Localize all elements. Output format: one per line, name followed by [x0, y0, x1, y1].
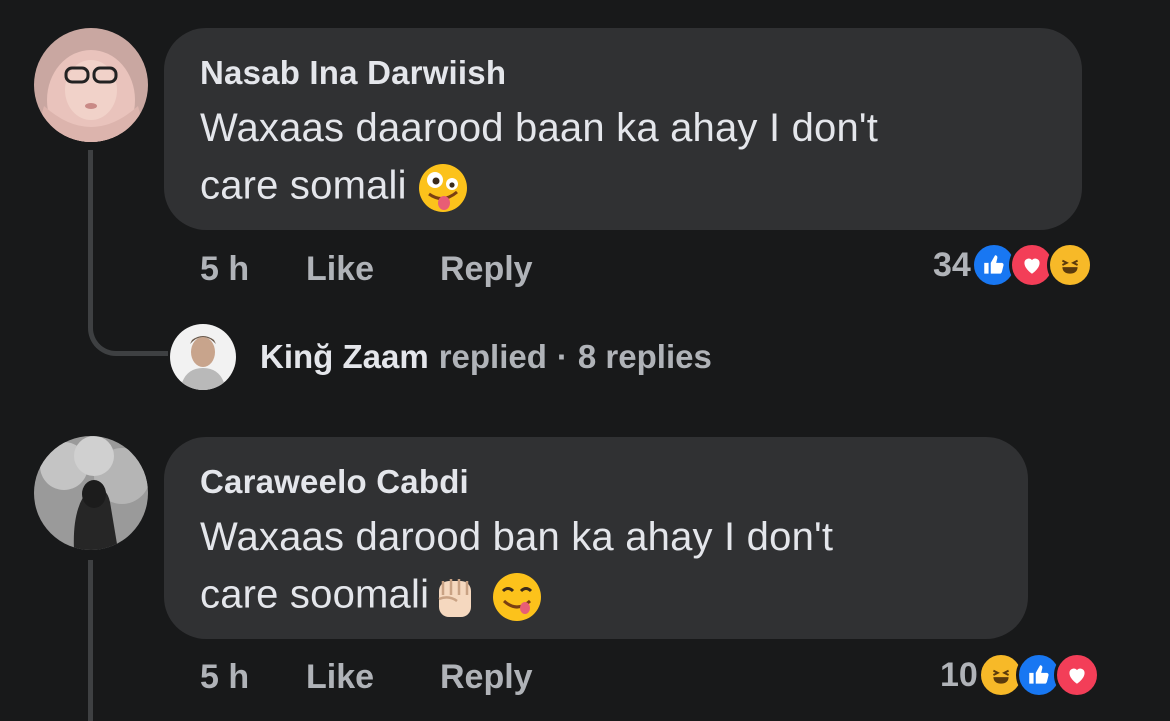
comment-author[interactable]: Caraweelo Cabdi [200, 463, 469, 501]
like-button[interactable]: Like [306, 658, 374, 697]
reply-count[interactable]: 8 replies [578, 338, 712, 376]
comment-text: Waxaas darood ban ka ahay I don't [200, 515, 834, 559]
separator-dot: · [556, 338, 568, 375]
avatar[interactable] [34, 28, 148, 142]
comment-text-line2: care soomali [200, 571, 543, 623]
reaction-summary[interactable]: 34 [933, 242, 1093, 288]
comment-time: 5 h [200, 250, 250, 288]
avatar[interactable] [170, 324, 236, 390]
reaction-count: 10 [940, 655, 978, 694]
haha-reaction-icon [1046, 242, 1093, 288]
comment-text: care somali [200, 163, 407, 208]
reply-action: replied [438, 338, 547, 375]
reaction-summary[interactable]: 10 [940, 652, 1100, 698]
reply-button[interactable]: Reply [440, 658, 533, 697]
reply-button[interactable]: Reply [440, 250, 533, 289]
comment-time: 5 h [200, 658, 250, 696]
zany-face-emoji [417, 162, 469, 214]
love-reaction-icon [1053, 652, 1100, 698]
comment-text: care soomali [200, 572, 430, 617]
comment-text-line2: care somali [200, 162, 469, 214]
comments-section: Nasab Ina Darwiish Waxaas daarood baan k… [0, 0, 1170, 721]
comment-bubble[interactable]: Nasab Ina Darwiish Waxaas daarood baan k… [164, 28, 1082, 230]
comment-bubble[interactable]: Caraweelo Cabdi Waxaas darood ban ka aha… [164, 437, 1028, 639]
comment-text: Waxaas daarood baan ka ahay I don't [200, 106, 879, 150]
thread-connector-line [88, 150, 168, 356]
raised-fist-emoji [429, 571, 481, 623]
yum-face-emoji [491, 571, 543, 623]
reply-author[interactable]: Kinğ Zaam [260, 338, 429, 376]
view-replies-link[interactable]: Kinğ Zaam replied · 8 replies [170, 322, 712, 392]
like-button[interactable]: Like [306, 250, 374, 289]
comment-author[interactable]: Nasab Ina Darwiish [200, 54, 506, 92]
avatar[interactable] [34, 436, 148, 550]
reaction-count: 34 [933, 245, 971, 284]
thread-connector-line [88, 560, 93, 721]
